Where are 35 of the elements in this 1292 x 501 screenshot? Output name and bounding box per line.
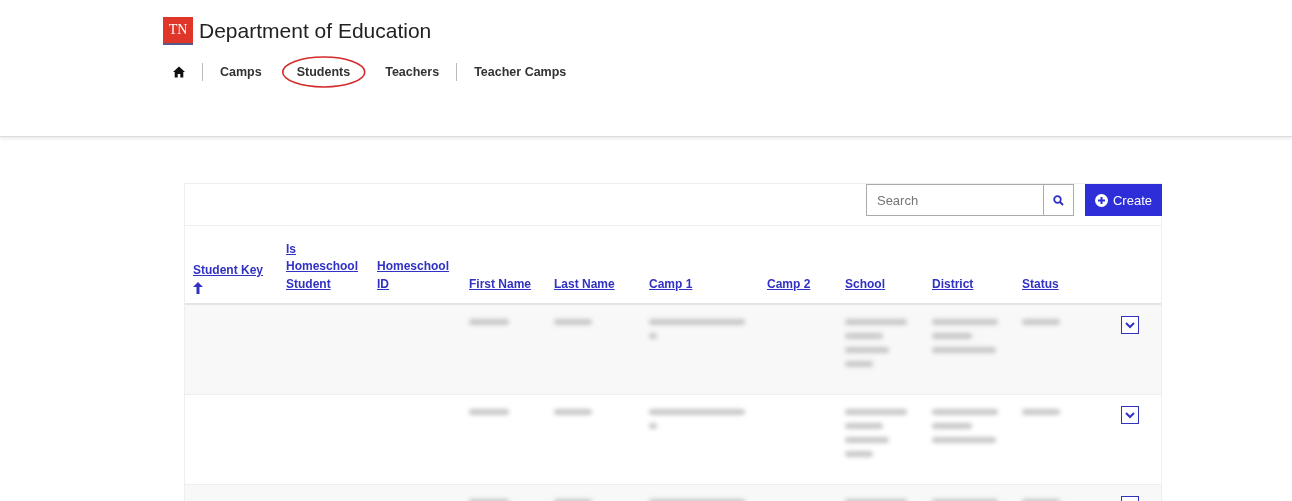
nav-link[interactable]: Teacher Camps (474, 65, 567, 79)
column-header[interactable]: Camp 2 (759, 274, 817, 294)
nav-link[interactable]: Teachers (385, 65, 440, 79)
column-header[interactable]: First Name (461, 274, 538, 294)
blurred-text-drawing (932, 319, 998, 353)
blurred-text-drawing (469, 409, 509, 415)
blurred-text-drawing (932, 409, 998, 443)
logo: TN (163, 17, 193, 45)
column-header[interactable]: Student Key (185, 260, 269, 280)
chevron-down-icon (1125, 411, 1135, 419)
blurred-text-drawing (1022, 409, 1060, 415)
blurred-text-drawing (469, 319, 509, 325)
blurred-text-drawing (1022, 319, 1060, 325)
column-header[interactable]: Last Name (546, 274, 621, 294)
dropdown-button[interactable] (1121, 406, 1139, 424)
column-header[interactable]: School (837, 274, 891, 294)
site-title: Department of Education (199, 19, 432, 43)
home-icon[interactable] (173, 66, 185, 78)
column-header[interactable]: Camp 1 (641, 274, 699, 294)
search-icon (1052, 194, 1064, 206)
blurred-text-drawing (845, 409, 907, 457)
blurred-text-drawing (845, 319, 907, 367)
dropdown-button[interactable] (1121, 316, 1139, 334)
search-field[interactable]: Search (865, 184, 1044, 216)
blurred-text-drawing (554, 409, 592, 415)
column-header[interactable]: Homeschool ID (369, 257, 461, 294)
column-header[interactable]: Is Homeschool Student (278, 239, 369, 294)
chevron-down-icon (1125, 321, 1135, 329)
blurred-text-drawing (554, 319, 592, 325)
column-header[interactable]: Status (1014, 274, 1065, 294)
create-button[interactable]: Create (1084, 184, 1162, 216)
nav-link[interactable]: Camps (220, 65, 262, 79)
plus-circle-icon (1094, 193, 1108, 207)
column-header[interactable]: District (924, 274, 980, 294)
search-button[interactable] (1043, 184, 1074, 216)
